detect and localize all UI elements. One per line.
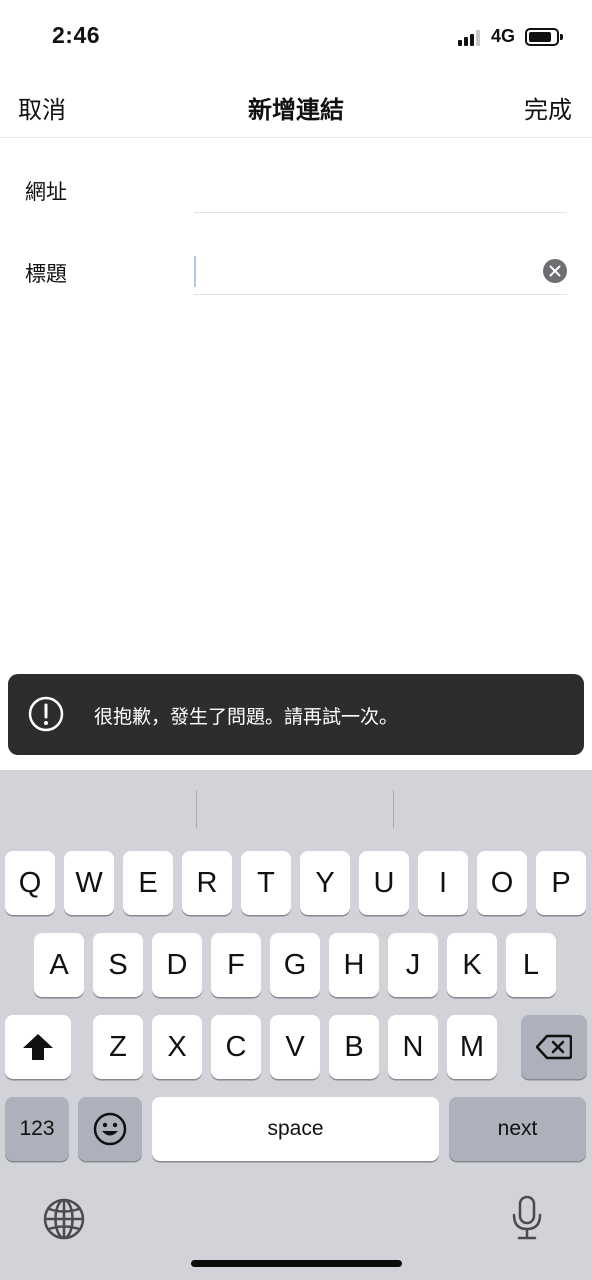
key-z[interactable]: Z bbox=[93, 1015, 143, 1079]
network-type: 4G bbox=[491, 26, 516, 46]
navigation-bar: 取消 新增連結 完成 bbox=[0, 76, 592, 138]
error-toast: 很抱歉，發生了問題。請再試一次。 bbox=[8, 674, 584, 755]
keyboard: Q W E R T Y U I O P A S D F G H J K L Z … bbox=[0, 770, 592, 1280]
key-c[interactable]: C bbox=[211, 1015, 261, 1079]
key-j[interactable]: J bbox=[388, 933, 438, 997]
key-f[interactable]: F bbox=[211, 933, 261, 997]
key-n[interactable]: N bbox=[388, 1015, 438, 1079]
microphone-icon[interactable] bbox=[510, 1195, 544, 1241]
page-title: 新增連結 bbox=[248, 96, 344, 124]
home-indicator bbox=[191, 1260, 402, 1267]
emoji-icon bbox=[93, 1112, 127, 1146]
toast-message: 很抱歉，發生了問題。請再試一次。 bbox=[94, 706, 399, 728]
key-y[interactable]: Y bbox=[300, 851, 350, 915]
title-row: 標題 bbox=[0, 230, 592, 312]
numbers-key[interactable]: 123 bbox=[5, 1097, 69, 1161]
shift-key[interactable] bbox=[5, 1015, 71, 1079]
url-input[interactable] bbox=[194, 166, 567, 213]
globe-icon[interactable] bbox=[42, 1197, 86, 1241]
space-key[interactable]: space bbox=[152, 1097, 439, 1161]
key-a[interactable]: A bbox=[34, 933, 84, 997]
status-time: 2:46 bbox=[52, 22, 101, 48]
url-label: 網址 bbox=[25, 180, 67, 204]
delete-key[interactable] bbox=[521, 1015, 587, 1079]
close-icon bbox=[549, 265, 561, 277]
key-v[interactable]: V bbox=[270, 1015, 320, 1079]
key-e[interactable]: E bbox=[123, 851, 173, 915]
key-m[interactable]: M bbox=[447, 1015, 497, 1079]
done-button[interactable]: 完成 bbox=[524, 90, 572, 125]
key-b[interactable]: B bbox=[329, 1015, 379, 1079]
key-h[interactable]: H bbox=[329, 933, 379, 997]
key-s[interactable]: S bbox=[93, 933, 143, 997]
next-key[interactable]: next bbox=[449, 1097, 586, 1161]
clear-text-button[interactable] bbox=[543, 259, 567, 283]
key-t[interactable]: T bbox=[241, 851, 291, 915]
key-i[interactable]: I bbox=[418, 851, 468, 915]
text-cursor bbox=[194, 256, 196, 287]
shift-icon bbox=[23, 1034, 53, 1060]
suggestion-divider bbox=[393, 790, 394, 828]
suggestion-divider bbox=[196, 790, 197, 828]
key-k[interactable]: K bbox=[447, 933, 497, 997]
key-u[interactable]: U bbox=[359, 851, 409, 915]
key-l[interactable]: L bbox=[506, 933, 556, 997]
key-o[interactable]: O bbox=[477, 851, 527, 915]
key-g[interactable]: G bbox=[270, 933, 320, 997]
battery-icon bbox=[525, 28, 563, 46]
emoji-key[interactable] bbox=[78, 1097, 142, 1161]
key-q[interactable]: Q bbox=[5, 851, 55, 915]
backspace-icon bbox=[536, 1034, 572, 1060]
key-w[interactable]: W bbox=[64, 851, 114, 915]
status-bar: 2:46 4G bbox=[0, 0, 592, 76]
url-row: 網址 bbox=[0, 148, 592, 230]
key-d[interactable]: D bbox=[152, 933, 202, 997]
title-label: 標題 bbox=[25, 262, 67, 286]
key-p[interactable]: P bbox=[536, 851, 586, 915]
signal-icon bbox=[458, 30, 484, 46]
key-r[interactable]: R bbox=[182, 851, 232, 915]
title-input[interactable] bbox=[194, 248, 567, 295]
exclamation-circle-icon bbox=[28, 696, 64, 732]
key-x[interactable]: X bbox=[152, 1015, 202, 1079]
